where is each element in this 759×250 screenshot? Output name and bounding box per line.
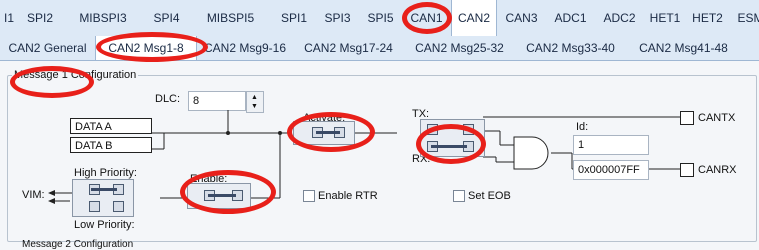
- canrx-label: CANRX: [698, 164, 737, 176]
- enable-rtr-label: Enable RTR: [318, 190, 378, 202]
- switch-terminal-icon: [89, 201, 100, 212]
- activate-switch[interactable]: [293, 121, 355, 145]
- message-tab-bar: CAN2 General CAN2 Msg1-8 CAN2 Msg9-16 CAN2 …: [0, 36, 759, 61]
- data-a-box: DATA A: [70, 118, 152, 134]
- module-tab-bar: I1 SPI2 MIBSPI3 SPI4 MIBSPI5 SPI1 SPI3 SPI5 CAN1…: [0, 0, 759, 37]
- subtab-can2-msg17-24[interactable]: CAN2 Msg17-24: [293, 36, 404, 60]
- cantx-port-icon: [680, 111, 694, 125]
- and-gate-icon: [513, 136, 549, 170]
- vim-label: VIM:: [22, 189, 45, 201]
- cantx-label: CANTX: [698, 112, 736, 124]
- subtab-can2-general[interactable]: CAN2 General: [0, 36, 95, 60]
- subtab-can2-msg41-48[interactable]: CAN2 Msg41-48: [626, 36, 741, 60]
- tab-mibspi3[interactable]: MIBSPI3: [62, 0, 144, 36]
- tab-adc2[interactable]: ADC2: [595, 0, 644, 36]
- tab-can3[interactable]: CAN3: [497, 0, 546, 36]
- tab-can1[interactable]: CAN1: [402, 0, 451, 36]
- tab-het1[interactable]: HET1: [644, 0, 686, 36]
- switch-bar-icon: [316, 131, 340, 134]
- tab-spi4[interactable]: SPI4: [144, 0, 189, 36]
- message-config-panel: Message 1 Configuration DLC: 8 ▲ ▼ DATA …: [0, 61, 759, 250]
- switch-bar-icon: [431, 145, 467, 148]
- id-label: Id:: [576, 121, 589, 133]
- tx-rx-switch[interactable]: [420, 119, 485, 157]
- subtab-can2-msg9-16[interactable]: CAN2 Msg9-16: [197, 36, 293, 60]
- switch-terminal-icon: [463, 124, 474, 135]
- priority-switch[interactable]: [72, 179, 134, 217]
- subtab-can2-msg25-32[interactable]: CAN2 Msg25-32: [404, 36, 515, 60]
- subtab-can2-msg1-8[interactable]: CAN2 Msg1-8: [95, 36, 197, 60]
- tab-spi5[interactable]: SPI5: [359, 0, 402, 36]
- next-group-title: Message 2 Configuration: [22, 239, 134, 250]
- tab-mibspi5[interactable]: MIBSPI5: [189, 0, 272, 36]
- high-priority-label: High Priority:: [74, 167, 137, 179]
- mask-input[interactable]: 0x000007FF: [573, 160, 649, 180]
- enable-rtr-checkbox[interactable]: [303, 190, 315, 202]
- data-b-box: DATA B: [70, 137, 152, 153]
- tab-i1[interactable]: I1: [0, 0, 18, 36]
- tab-het2[interactable]: HET2: [686, 0, 729, 36]
- tab-esm[interactable]: ESM: [729, 0, 759, 36]
- subtab-can2-msg33-40[interactable]: CAN2 Msg33-40: [515, 36, 626, 60]
- tab-spi2[interactable]: SPI2: [18, 0, 62, 36]
- low-priority-label: Low Priority:: [74, 219, 135, 231]
- switch-terminal-icon: [113, 201, 124, 212]
- set-eob-checkbox[interactable]: [453, 190, 465, 202]
- tab-spi3[interactable]: SPI3: [316, 0, 359, 36]
- canrx-port-icon: [680, 163, 694, 177]
- switch-terminal-icon: [427, 124, 438, 135]
- switch-bar-icon: [91, 188, 117, 191]
- set-eob-label: Set EOB: [468, 190, 511, 202]
- tab-spi1[interactable]: SPI1: [272, 0, 316, 36]
- switch-bar-icon: [208, 194, 236, 197]
- tab-adc1[interactable]: ADC1: [546, 0, 595, 36]
- enable-switch[interactable]: [187, 183, 251, 209]
- id-input[interactable]: 1: [573, 135, 649, 155]
- tab-can2[interactable]: CAN2: [451, 0, 497, 36]
